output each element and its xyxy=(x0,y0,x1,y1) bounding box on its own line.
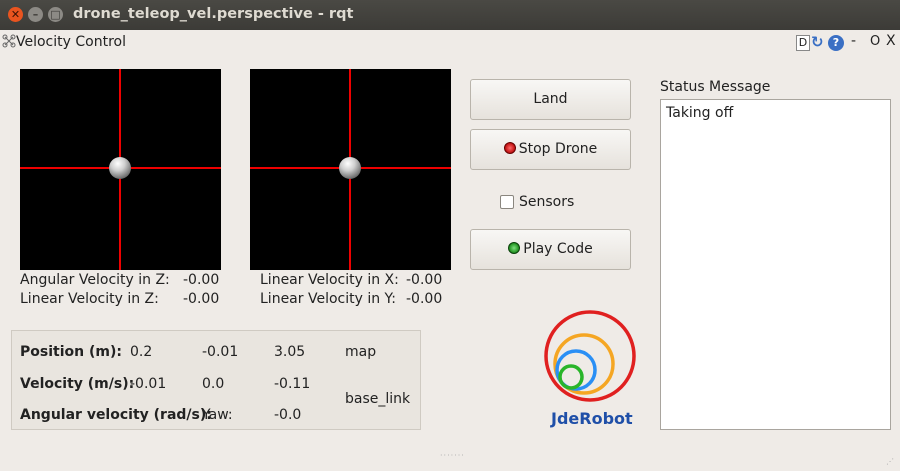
splitter-handle[interactable]: ······· xyxy=(440,451,465,460)
linear-velocity-y-value: -0.00 xyxy=(406,291,443,307)
land-button-label: Land xyxy=(533,91,568,107)
linear-velocity-z-label: Linear Velocity in Z: xyxy=(20,291,159,307)
yaw-value: -0.0 xyxy=(274,407,302,423)
position-x-value: 0.2 xyxy=(130,344,153,360)
angular-z-linear-z-joystick[interactable] xyxy=(20,69,221,270)
angular-velocity-z-value: -0.00 xyxy=(183,272,220,288)
velocity-y-value: 0.0 xyxy=(202,376,225,392)
angular-velocity-z-label: Angular Velocity in Z: xyxy=(20,272,170,288)
sensors-checkbox[interactable] xyxy=(500,195,514,209)
yaw-label: Yaw: xyxy=(202,407,233,423)
reload-icon[interactable]: ↻ xyxy=(811,33,824,51)
linear-velocity-x-value: -0.00 xyxy=(406,272,443,288)
help-icon[interactable]: ? xyxy=(828,35,844,51)
linear-velocity-z-value: -0.00 xyxy=(183,291,220,307)
sensors-checkbox-label[interactable]: Sensors xyxy=(519,194,574,210)
plugin-minimize-button[interactable]: - xyxy=(851,33,856,49)
status-message-text: Taking off xyxy=(666,105,734,121)
play-icon xyxy=(508,242,521,254)
position-z-value: 3.05 xyxy=(274,344,306,360)
position-label: Position (m): xyxy=(20,344,122,360)
joystick-knob[interactable] xyxy=(339,157,361,179)
window-title: drone_teleop_vel.perspective - rqt xyxy=(73,6,354,22)
drone-icon xyxy=(2,34,16,51)
dock-d-button[interactable]: D xyxy=(796,35,810,51)
velocity-label: Velocity (m/s): xyxy=(20,376,135,392)
position-frame-value: map xyxy=(345,344,377,360)
plugin-header: Velocity Control D ↻ ? - O X xyxy=(0,30,900,56)
linear-x-linear-y-joystick[interactable] xyxy=(250,69,451,270)
linear-velocity-y-label: Linear Velocity in Y: xyxy=(260,291,396,307)
angular-velocity-label: Angular velocity (rad/s): xyxy=(20,407,212,423)
plugin-options-button[interactable]: O xyxy=(870,34,880,49)
play-code-button[interactable]: Play Code xyxy=(470,229,631,270)
close-window-button[interactable]: ✕ xyxy=(8,7,23,22)
stop-drone-button-label: Stop Drone xyxy=(518,141,598,157)
land-button[interactable]: Land xyxy=(470,79,631,120)
linear-velocity-x-label: Linear Velocity in X: xyxy=(260,272,399,288)
status-message-textarea[interactable]: Taking off xyxy=(660,99,891,430)
logo-ring-green xyxy=(558,364,584,390)
velocity-z-value: -0.11 xyxy=(274,376,311,392)
jderobot-logo-text: JdeRobot xyxy=(551,409,633,428)
joystick-knob[interactable] xyxy=(109,157,131,179)
plugin-title: Velocity Control xyxy=(16,34,126,50)
position-y-value: -0.01 xyxy=(202,344,239,360)
minimize-window-button[interactable]: – xyxy=(28,7,43,22)
status-message-title: Status Message xyxy=(660,79,771,95)
maximize-window-button[interactable]: □ xyxy=(48,7,63,22)
velocity-x-value: -0.01 xyxy=(130,376,167,392)
play-code-button-label: Play Code xyxy=(523,241,593,257)
plugin-close-button[interactable]: X xyxy=(886,33,896,49)
window-resize-grip[interactable]: ⋰ xyxy=(886,457,896,467)
stop-icon xyxy=(503,142,516,154)
stop-drone-button[interactable]: Stop Drone xyxy=(470,129,631,170)
window-titlebar: ✕ – □ drone_teleop_vel.perspective - rqt xyxy=(0,0,900,30)
velocity-frame-value: base_link xyxy=(345,391,411,407)
